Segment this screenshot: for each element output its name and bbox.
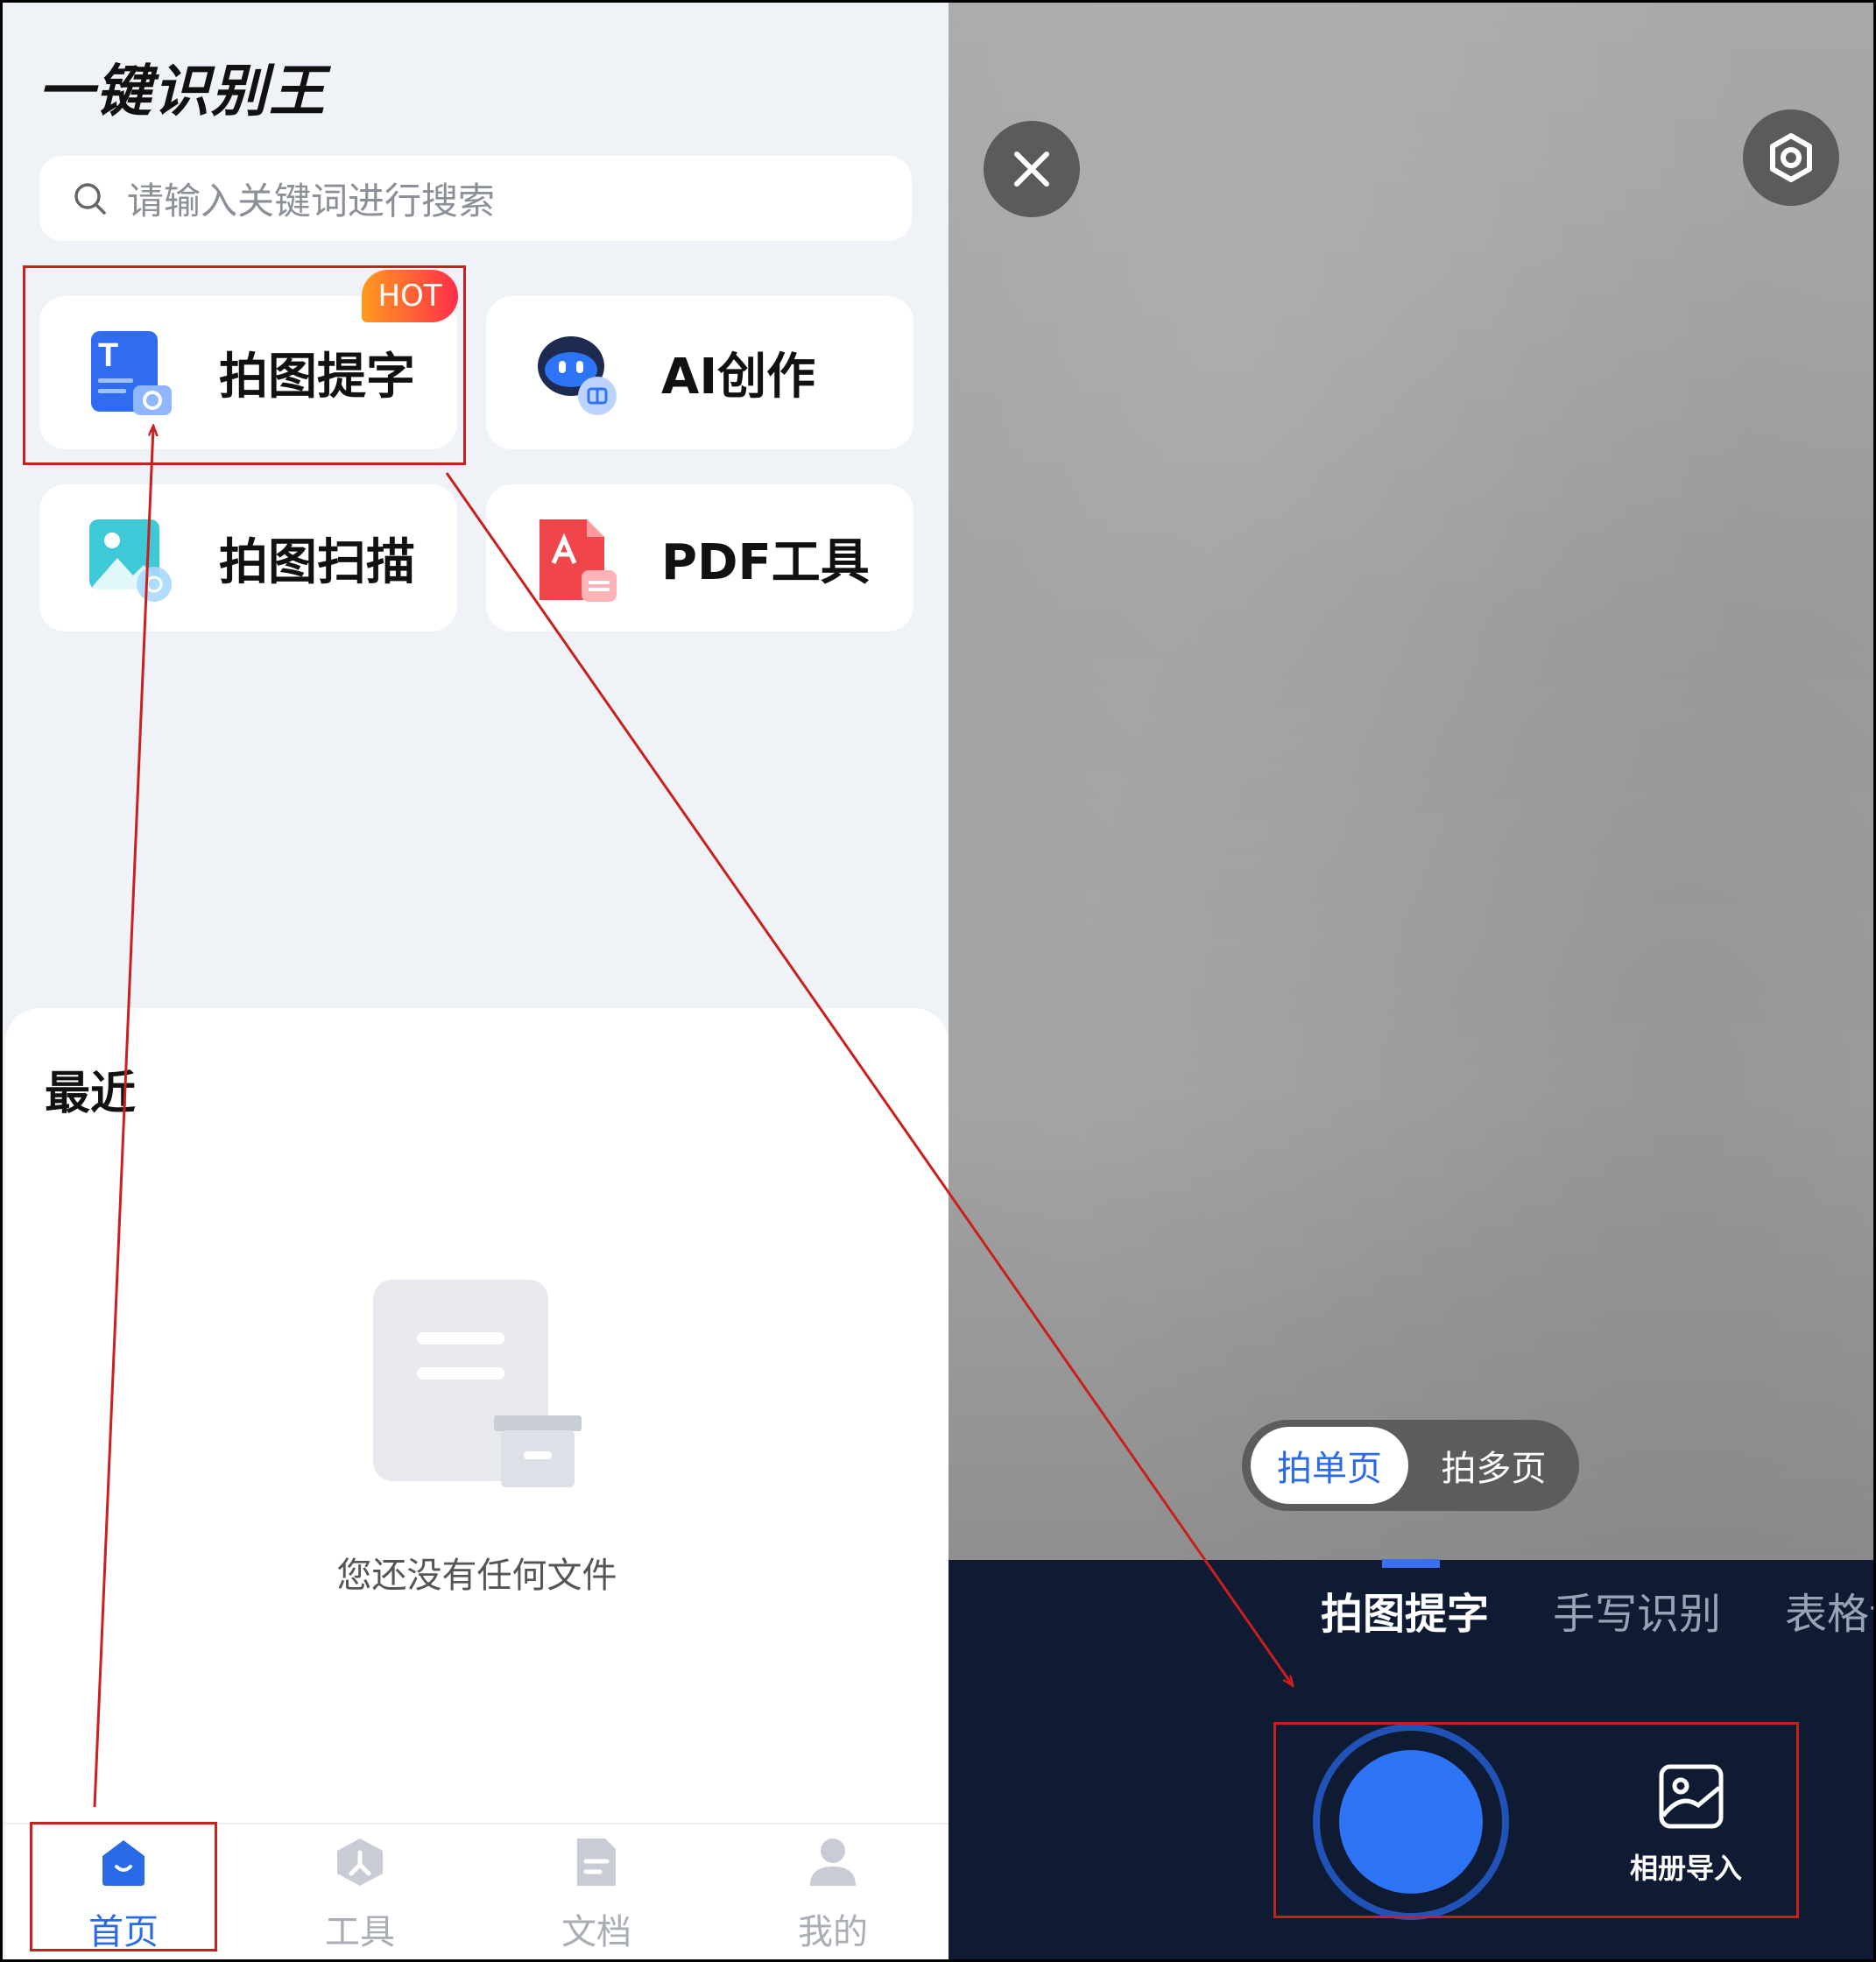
mode-handwriting[interactable]: 手写识别 <box>1553 1579 1721 1641</box>
mode-indicator <box>1382 1559 1440 1568</box>
multi-page-option[interactable]: 拍多页 <box>1421 1427 1566 1504</box>
search-placeholder: 请输入关键词进行搜索 <box>127 180 496 222</box>
camera-screen: 拍单页 拍多页 拍图提字 手写识别 表格识 相册导入 <box>949 3 1873 1959</box>
pdf-icon <box>540 519 617 602</box>
capture-mode-toggle: 拍单页 拍多页 <box>1242 1420 1579 1511</box>
empty-state-text: 您还没有任何文件 <box>336 1556 617 1596</box>
search-bar[interactable]: 请输入关键词进行搜索 <box>39 156 912 241</box>
tab-profile[interactable]: 我的 <box>715 1824 949 1959</box>
tab-label: 工具 <box>325 1912 395 1952</box>
mode-table[interactable]: 表格识 <box>1785 1579 1873 1641</box>
camera-viewfinder <box>949 3 1873 1560</box>
tab-documents[interactable]: 文档 <box>478 1824 715 1959</box>
tab-label: 我的 <box>798 1912 868 1952</box>
feature-label: AI创作 <box>661 349 816 406</box>
tools-icon <box>337 1838 383 1886</box>
recent-section: 最近 您还没有任何文件 <box>5 1008 949 1823</box>
mode-photo-text[interactable]: 拍图提字 <box>1321 1579 1489 1641</box>
feature-pdf-tools[interactable]: PDF工具 <box>486 484 913 632</box>
close-button[interactable] <box>984 121 1080 217</box>
user-icon <box>810 1838 856 1886</box>
tab-tools[interactable]: 工具 <box>242 1824 478 1959</box>
highlight-home-tab <box>30 1822 217 1951</box>
feature-label: 拍图扫描 <box>219 533 415 591</box>
recent-title: 最近 <box>45 1068 137 1120</box>
feature-ai-create[interactable]: AI创作 <box>486 296 913 449</box>
document-icon <box>577 1838 616 1886</box>
empty-folder-icon <box>373 1280 582 1487</box>
tab-label: 文档 <box>561 1912 631 1952</box>
single-page-option[interactable]: 拍单页 <box>1251 1427 1408 1504</box>
highlight-photo-text-card <box>23 265 466 465</box>
app-title: 一键识别王 <box>38 60 327 124</box>
feature-photo-scan[interactable]: 拍图扫描 <box>39 484 457 632</box>
image-scan-icon <box>89 519 172 602</box>
highlight-shutter-area <box>1273 1722 1799 1918</box>
search-icon <box>74 182 106 215</box>
settings-button[interactable] <box>1743 109 1839 206</box>
close-icon <box>1014 152 1049 187</box>
robot-icon <box>538 336 617 415</box>
feature-label: PDF工具 <box>661 533 870 591</box>
gear-icon <box>1770 133 1812 182</box>
